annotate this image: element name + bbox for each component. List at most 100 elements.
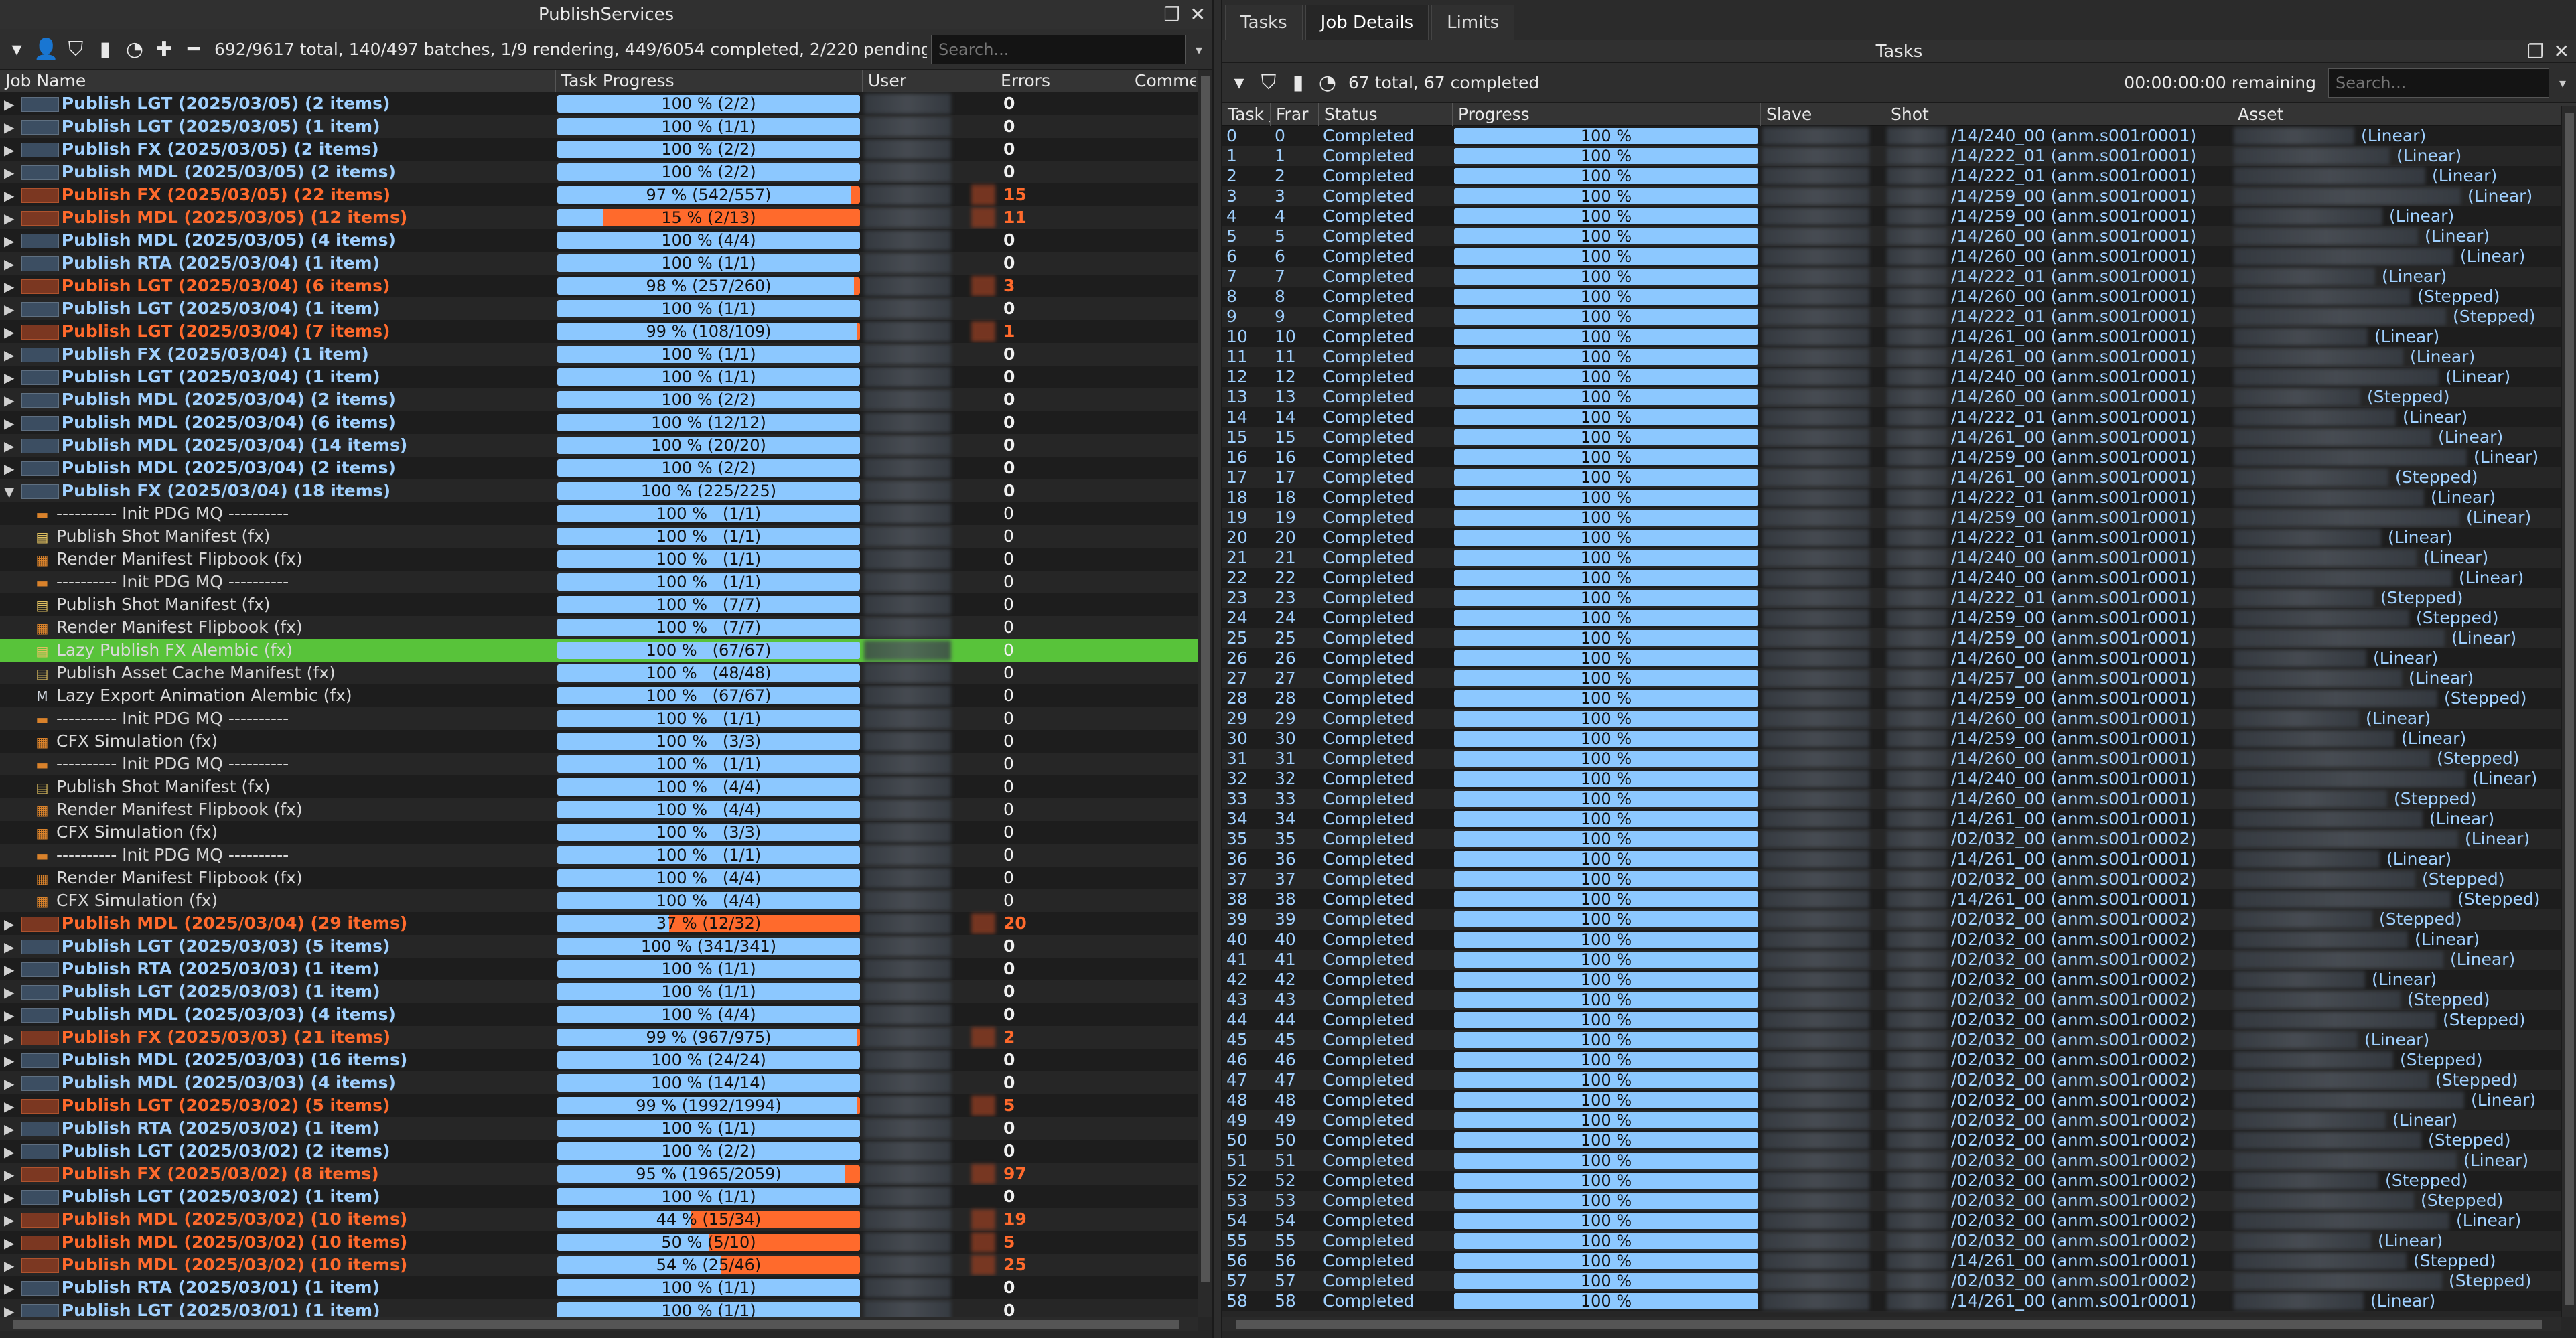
job-row[interactable]: ▶ Publish MDL (2025/03/05) (12 items) 15 … — [0, 206, 1212, 229]
job-row[interactable]: ▶ Publish LGT (2025/03/05) (1 item) 100 %… — [0, 115, 1212, 138]
task-row[interactable]: 47 47 Completed 100 % /02/032_00 (anm.s001r0… — [1222, 1070, 2576, 1090]
task-row[interactable]: ▦ CFX Simulation (fx) 100 % (3/3) 0 — [0, 821, 1212, 844]
task-row[interactable]: 54 54 Completed 100 % /02/032_00 (anm.s001r0… — [1222, 1211, 2576, 1231]
job-row[interactable]: ▶ Publish LGT (2025/03/04) (1 item) 100 %… — [0, 297, 1212, 320]
expand-arrow-icon[interactable]: ▶ — [4, 415, 19, 431]
tasks-search-input[interactable] — [2328, 68, 2549, 98]
task-row[interactable]: ▤ Publish Shot Manifest (fx) 100 % (4/4) 0 — [0, 775, 1212, 798]
task-row[interactable]: 24 24 Completed 100 % /14/259_00 (anm.s001r0… — [1222, 608, 2576, 628]
dock-float-icon[interactable]: ❐ — [1163, 0, 1180, 29]
job-row[interactable]: ▶ Publish MDL (2025/03/03) (16 items) 100… — [0, 1049, 1212, 1071]
col-user[interactable]: User — [863, 70, 995, 92]
expand-arrow-icon[interactable]: ▶ — [4, 370, 19, 386]
task-row[interactable]: 3 3 Completed 100 % /14/259_00 (anm.s001r000… — [1222, 186, 2576, 206]
task-row[interactable]: ▬ ---------- Init PDG MQ ---------- 100 % … — [0, 571, 1212, 593]
task-row[interactable]: 36 36 Completed 100 % /14/261_00 (anm.s001r0… — [1222, 849, 2576, 869]
job-row[interactable]: ▶ Publish RTA (2025/03/03) (1 item) 100 %… — [0, 958, 1212, 980]
task-row[interactable]: ▤ Publish Shot Manifest (fx) 100 % (7/7) 0 — [0, 593, 1212, 616]
task-row[interactable]: 42 42 Completed 100 % /02/032_00 (anm.s001r0… — [1222, 970, 2576, 990]
task-row[interactable]: 7 7 Completed 100 % /14/222_01 (anm.s001r000… — [1222, 267, 2576, 287]
task-row[interactable]: 31 31 Completed 100 % /14/260_00 (anm.s001r0… — [1222, 749, 2576, 769]
task-row[interactable]: 28 28 Completed 100 % /14/259_00 (anm.s001r0… — [1222, 688, 2576, 709]
expand-arrow-icon[interactable]: ▶ — [4, 256, 19, 272]
jobs-search-input[interactable] — [931, 34, 1186, 64]
filter-icon[interactable]: ⛉ — [63, 37, 88, 62]
task-row[interactable]: ▬ ---------- Init PDG MQ ---------- 100 % … — [0, 707, 1212, 730]
col-asset[interactable]: Asset — [2232, 103, 2559, 126]
job-row[interactable]: ▶ Publish FX (2025/03/05) (22 items) 97 %… — [0, 183, 1212, 206]
pie-icon[interactable]: ◔ — [122, 37, 147, 62]
task-row[interactable]: M Lazy Export Animation Alembic (fx) 100 %… — [0, 684, 1212, 707]
task-row[interactable]: 49 49 Completed 100 % /02/032_00 (anm.s001r0… — [1222, 1110, 2576, 1130]
expand-arrow-icon[interactable]: ▶ — [4, 939, 19, 955]
expand-arrow-icon[interactable]: ▶ — [4, 1144, 19, 1160]
job-row[interactable]: ▶ Publish MDL (2025/03/03) (4 items) 100 … — [0, 1071, 1212, 1094]
user-icon[interactable]: 👤 — [33, 37, 59, 62]
task-row[interactable]: 55 55 Completed 100 % /02/032_00 (anm.s001r0… — [1222, 1231, 2576, 1251]
col-progress[interactable]: Progress — [1453, 103, 1761, 126]
task-row[interactable]: 14 14 Completed 100 % /14/222_01 (anm.s001r0… — [1222, 407, 2576, 427]
jobs-horizontal-scrollbar[interactable] — [0, 1317, 1198, 1331]
col-slave[interactable]: Slave — [1761, 103, 1885, 126]
job-row[interactable]: ▶ Publish LGT (2025/03/02) (1 item) 100 %… — [0, 1185, 1212, 1208]
expand-arrow-icon[interactable]: ▶ — [4, 165, 19, 181]
task-row[interactable]: ▬ ---------- Init PDG MQ ---------- 100 % … — [0, 844, 1212, 867]
tasks-bookmark-icon[interactable]: ▮ — [1285, 70, 1311, 96]
tasks-search-dropdown-icon[interactable]: ▾ — [2553, 68, 2572, 98]
expand-arrow-icon[interactable]: ▶ — [4, 984, 19, 1000]
task-row[interactable]: 52 52 Completed 100 % /02/032_00 (anm.s001r0… — [1222, 1171, 2576, 1191]
task-row[interactable]: 43 43 Completed 100 % /02/032_00 (anm.s001r0… — [1222, 990, 2576, 1010]
task-row[interactable]: ▤ Publish Shot Manifest (fx) 100 % (1/1) 0 — [0, 525, 1212, 548]
task-row[interactable]: 16 16 Completed 100 % /14/259_00 (anm.s001r0… — [1222, 447, 2576, 467]
expand-arrow-icon[interactable]: ▶ — [4, 347, 19, 363]
job-row[interactable]: ▶ Publish LGT (2025/03/04) (6 items) 98 %… — [0, 275, 1212, 297]
task-row[interactable]: 21 21 Completed 100 % /14/240_00 (anm.s001r0… — [1222, 548, 2576, 568]
task-row[interactable]: 1 1 Completed 100 % /14/222_01 (anm.s001r000… — [1222, 146, 2576, 166]
panel-splitter[interactable] — [1212, 0, 1222, 1338]
expand-arrow-icon[interactable]: ▶ — [4, 1235, 19, 1251]
expand-arrow-icon[interactable]: ▶ — [4, 324, 19, 340]
bookmark-icon[interactable]: ▮ — [92, 37, 118, 62]
task-row[interactable]: 19 19 Completed 100 % /14/259_00 (anm.s001r0… — [1222, 508, 2576, 528]
expand-arrow-icon[interactable]: ▶ — [4, 1212, 19, 1228]
job-row[interactable]: ▶ Publish MDL (2025/03/04) (29 items) 37 … — [0, 912, 1212, 935]
expand-arrow-icon[interactable]: ▶ — [4, 1189, 19, 1205]
job-row[interactable]: ▶ Publish RTA (2025/03/01) (1 item) 100 %… — [0, 1276, 1212, 1299]
collapse-arrow-icon[interactable]: ▼ — [4, 484, 19, 500]
expand-arrow-icon[interactable]: ▶ — [4, 142, 19, 158]
job-row[interactable]: ▶ Publish FX (2025/03/03) (21 items) 99 %… — [0, 1026, 1212, 1049]
task-row[interactable]: 8 8 Completed 100 % /14/260_00 (anm.s001r000… — [1222, 287, 2576, 307]
task-row[interactable]: 29 29 Completed 100 % /14/260_00 (anm.s001r0… — [1222, 709, 2576, 729]
job-row[interactable]: ▶ Publish LGT (2025/03/02) (5 items) 99 %… — [0, 1094, 1212, 1117]
job-row[interactable]: ▶ Publish LGT (2025/03/03) (5 items) 100 … — [0, 935, 1212, 958]
task-row[interactable]: 10 10 Completed 100 % /14/261_00 (anm.s001r0… — [1222, 327, 2576, 347]
task-row[interactable]: 40 40 Completed 100 % /02/032_00 (anm.s001r0… — [1222, 930, 2576, 950]
expand-arrow-icon[interactable]: ▶ — [4, 1075, 19, 1092]
task-row[interactable]: 22 22 Completed 100 % /14/240_00 (anm.s001r0… — [1222, 568, 2576, 588]
task-row[interactable]: 2 2 Completed 100 % /14/222_01 (anm.s001r000… — [1222, 166, 2576, 186]
task-row[interactable]: ▤ Lazy Publish FX Alembic (fx) 100 % (67/6… — [0, 639, 1212, 662]
task-row[interactable]: ▦ Render Manifest Flipbook (fx) 100 % (4/4… — [0, 867, 1212, 889]
task-row[interactable]: ▬ ---------- Init PDG MQ ---------- 100 % … — [0, 502, 1212, 525]
expand-arrow-icon[interactable]: ▶ — [4, 233, 19, 249]
job-row[interactable]: ▶ Publish LGT (2025/03/04) (7 items) 99 %… — [0, 320, 1212, 343]
col-job-name[interactable]: Job Name — [0, 70, 556, 92]
tasks-dock-float-icon[interactable]: ❐ — [2527, 40, 2544, 63]
expand-arrow-icon[interactable]: ▶ — [4, 1053, 19, 1069]
task-row[interactable]: 38 38 Completed 100 % /14/261_00 (anm.s001r0… — [1222, 889, 2576, 909]
task-row[interactable]: 5 5 Completed 100 % /14/260_00 (anm.s001r000… — [1222, 226, 2576, 246]
job-row[interactable]: ▶ Publish MDL (2025/03/04) (6 items) 100 … — [0, 411, 1212, 434]
task-row[interactable]: 57 57 Completed 100 % /02/032_00 (anm.s001r0… — [1222, 1271, 2576, 1291]
job-row[interactable]: ▶ Publish LGT (2025/03/04) (1 item) 100 %… — [0, 366, 1212, 388]
expand-arrow-icon[interactable]: ▶ — [4, 119, 19, 135]
task-row[interactable]: 11 11 Completed 100 % /14/261_00 (anm.s001r0… — [1222, 347, 2576, 367]
task-row[interactable]: 34 34 Completed 100 % /14/261_00 (anm.s001r0… — [1222, 809, 2576, 829]
search-dropdown-icon[interactable]: ▾ — [1190, 35, 1208, 64]
task-row[interactable]: ▦ CFX Simulation (fx) 100 % (3/3) 0 — [0, 730, 1212, 753]
task-row[interactable]: 20 20 Completed 100 % /14/222_01 (anm.s001r0… — [1222, 528, 2576, 548]
task-row[interactable]: 18 18 Completed 100 % /14/222_01 (anm.s001r0… — [1222, 488, 2576, 508]
task-row[interactable]: 15 15 Completed 100 % /14/261_00 (anm.s001r0… — [1222, 427, 2576, 447]
expand-arrow-icon[interactable]: ▶ — [4, 392, 19, 408]
col-task[interactable]: Task ▲ — [1222, 103, 1271, 126]
expand-arrow-icon[interactable]: ▶ — [4, 210, 19, 226]
